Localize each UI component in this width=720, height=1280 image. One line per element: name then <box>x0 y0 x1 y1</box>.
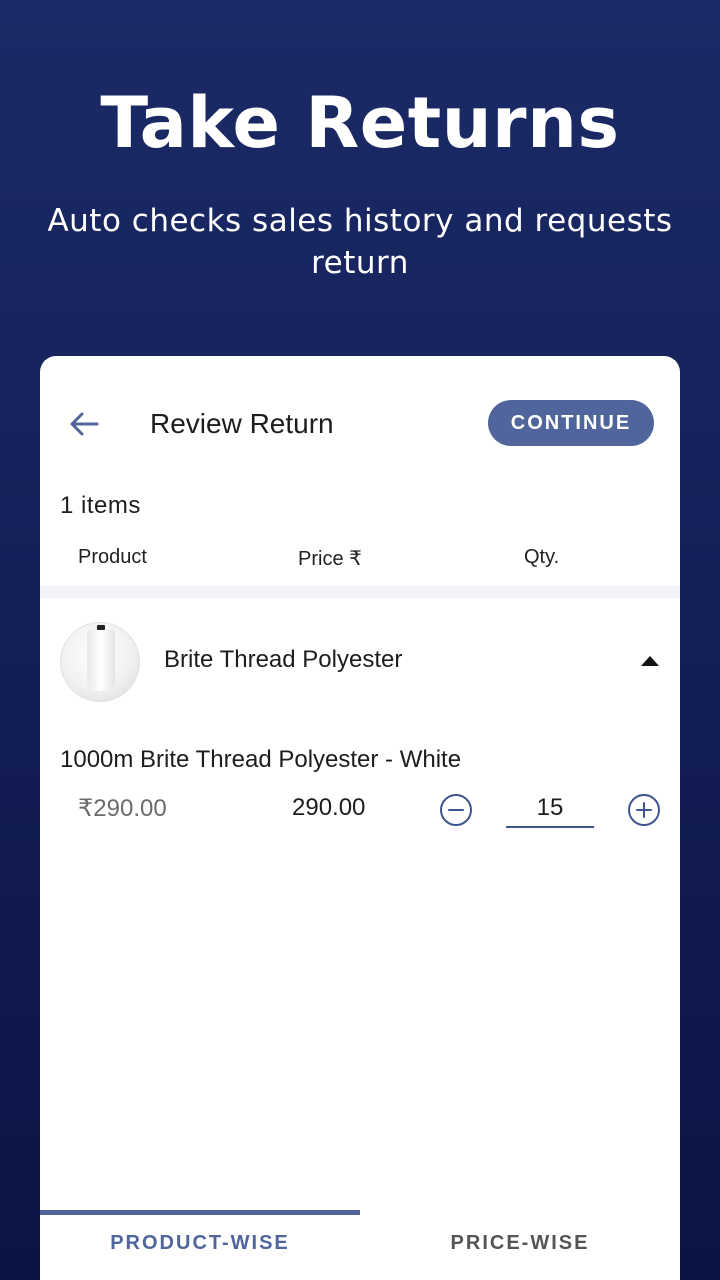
variant-mrp: ₹290.00 <box>78 795 167 822</box>
column-header-qty: Qty. <box>524 546 560 568</box>
product-name: Brite Thread Polyester <box>164 646 403 673</box>
review-return-screen: Review Return CONTINUE 1 items Product P… <box>40 356 680 1280</box>
page-title: Review Return <box>150 408 334 439</box>
column-header-product: Product <box>78 546 147 568</box>
divider <box>40 586 680 598</box>
back-button[interactable] <box>64 404 104 444</box>
thread-spool-icon <box>87 629 115 691</box>
increment-quantity-button[interactable] <box>627 793 661 827</box>
promo-title: Take Returns <box>100 82 620 164</box>
variant-price[interactable]: 290.00 <box>292 794 365 822</box>
items-count: 1 items <box>60 492 141 519</box>
column-header-price: Price ₹ <box>298 548 362 570</box>
plus-circle-icon <box>628 794 660 826</box>
arrow-left-icon <box>70 412 99 436</box>
caret-up-icon <box>641 656 659 666</box>
tab-price-wise[interactable]: PRICE-WISE <box>360 1232 680 1255</box>
collapse-button[interactable] <box>640 654 660 668</box>
minus-circle-icon <box>440 794 472 826</box>
continue-button[interactable]: CONTINUE <box>488 400 654 446</box>
quantity-input[interactable] <box>506 790 594 828</box>
active-tab-indicator <box>40 1210 360 1215</box>
tab-bar: PRODUCT-WISE PRICE-WISE <box>40 1210 680 1280</box>
toolbar: Review Return CONTINUE <box>40 356 680 492</box>
decrement-quantity-button[interactable] <box>439 793 473 827</box>
tab-product-wise[interactable]: PRODUCT-WISE <box>40 1232 360 1255</box>
variant-name: 1000m Brite Thread Polyester - White <box>60 746 462 773</box>
spool-cap <box>97 625 105 630</box>
promo-subtitle: Auto checks sales history and requests r… <box>47 203 673 281</box>
product-image <box>60 622 140 702</box>
